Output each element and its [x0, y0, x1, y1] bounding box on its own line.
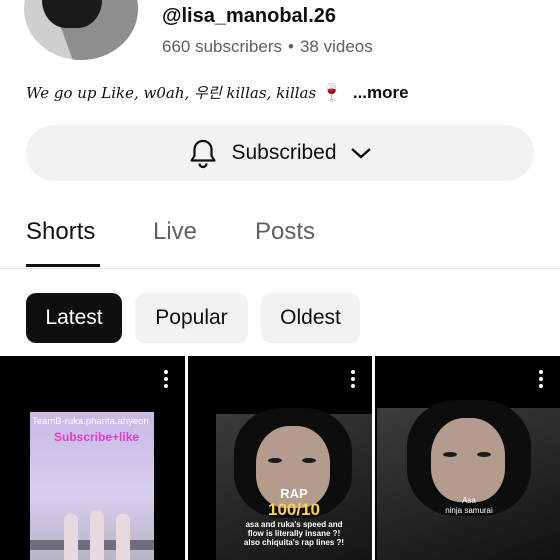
- thumbnail-person: [64, 514, 78, 560]
- short-caption: ninja samurai: [445, 506, 493, 515]
- more-options-icon[interactable]: [163, 370, 169, 391]
- bell-icon: [190, 139, 216, 169]
- short-tile[interactable]: Asa ninja samurai: [375, 356, 560, 560]
- chevron-down-icon: [350, 148, 371, 159]
- active-tab-indicator: [26, 264, 100, 267]
- channel-tabs: Shorts Live Posts: [0, 214, 560, 269]
- thumbnail-person: [90, 510, 104, 560]
- shorts-grid: TeamB-ruka.pharita.ahyeon Subscribe+like…: [0, 356, 560, 560]
- subscriber-count: 660 subscribers: [162, 37, 283, 56]
- wine-emoji: 🍷: [320, 83, 343, 102]
- video-count: 38 videos: [299, 37, 373, 56]
- more-options-icon[interactable]: [350, 370, 356, 391]
- more-options-icon[interactable]: [538, 370, 544, 391]
- tab-live[interactable]: Live: [153, 218, 197, 246]
- short-thumbnail: Asa ninja samurai: [377, 400, 560, 560]
- bio-more-link[interactable]: ...more: [353, 83, 409, 102]
- short-thumbnail: TeamB-ruka.pharita.ahyeon Subscribe+like: [30, 412, 154, 560]
- channel-meta: 660 subscribers • 38 videos: [162, 37, 373, 57]
- thumbnail-person: [116, 514, 130, 560]
- channel-avatar[interactable]: [24, 0, 138, 60]
- channel-handle: @lisa_manobal.26: [162, 5, 337, 27]
- meta-separator: •: [288, 37, 294, 56]
- tab-shorts[interactable]: Shorts: [26, 218, 95, 246]
- short-tile[interactable]: TeamB-ruka.pharita.ahyeon Subscribe+like: [0, 356, 185, 560]
- short-tile[interactable]: RAP 100/10 asa and ruka's speed and flow…: [188, 356, 372, 560]
- short-thumbnail: RAP 100/10 asa and ruka's speed and flow…: [216, 408, 372, 560]
- rap-score: 100/10: [268, 500, 320, 519]
- thumbnail-face: [431, 418, 505, 502]
- tab-posts[interactable]: Posts: [255, 218, 315, 246]
- filter-latest-chip[interactable]: Latest: [26, 293, 122, 343]
- filter-oldest-chip[interactable]: Oldest: [261, 293, 360, 343]
- subscribed-button[interactable]: Subscribed: [26, 125, 534, 181]
- short-caption: asa and ruka's speed and flow is literal…: [243, 520, 345, 547]
- rap-title: RAP: [280, 486, 308, 501]
- bio-text: We go up Like, w0ah, 우린 killas, killas: [26, 84, 317, 102]
- filter-popular-chip[interactable]: Popular: [135, 293, 248, 343]
- short-caption: Asa: [462, 496, 476, 505]
- subscribed-label: Subscribed: [231, 141, 337, 164]
- thumbnail-overlay-text: Subscribe+like: [54, 430, 140, 444]
- channel-bio[interactable]: We go up Like, w0ah, 우린 killas, killas 🍷…: [26, 82, 409, 103]
- thumbnail-overlay-text: TeamB-ruka.pharita.ahyeon: [32, 416, 149, 427]
